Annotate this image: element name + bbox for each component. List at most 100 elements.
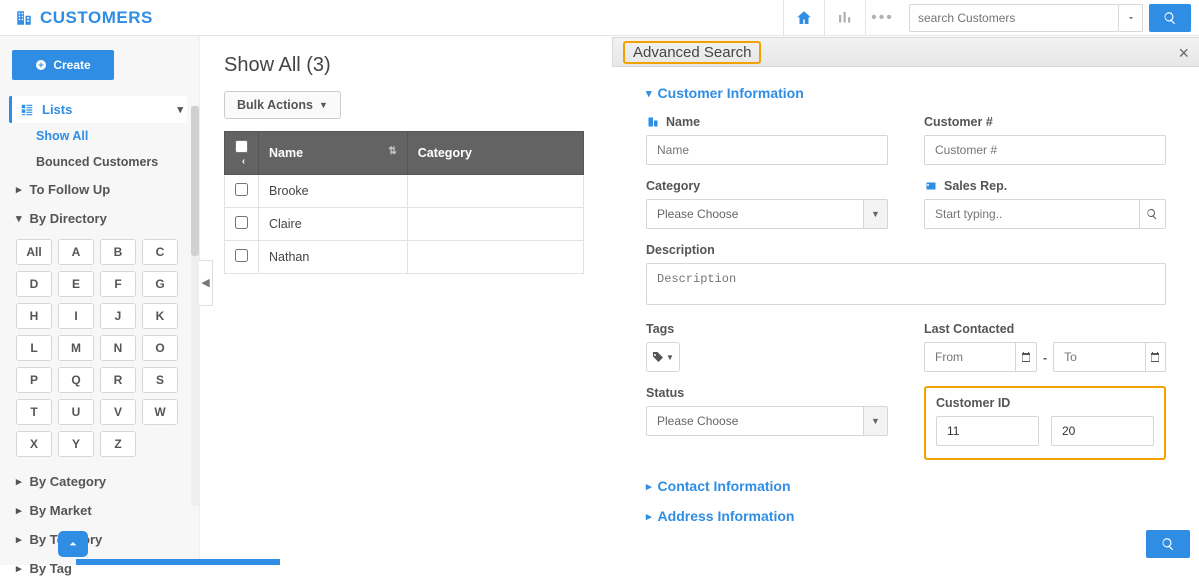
from-calendar-button[interactable] [1016, 342, 1036, 372]
chevron-right-icon: ▸ [16, 475, 22, 488]
to-calendar-button[interactable] [1146, 342, 1166, 372]
description-input[interactable] [646, 263, 1166, 305]
advanced-search-submit-button[interactable] [1146, 530, 1190, 558]
directory-letter[interactable]: Q [58, 367, 94, 393]
section-customer-info[interactable]: ▾ Customer Information [646, 85, 1166, 101]
row-checkbox[interactable] [235, 183, 248, 196]
top-search-input[interactable] [909, 4, 1119, 32]
directory-letter[interactable]: All [16, 239, 52, 265]
directory-letter[interactable]: J [100, 303, 136, 329]
bulk-actions-button[interactable]: Bulk Actions ▼ [224, 91, 341, 119]
sidebar-show-all[interactable]: Show All [12, 123, 187, 149]
search-icon [1161, 537, 1175, 551]
sidebar-lists[interactable]: Lists ▾ [9, 96, 187, 123]
directory-letter[interactable]: K [142, 303, 178, 329]
column-check[interactable]: ‹ [225, 132, 259, 175]
chevron-right-icon: ▸ [16, 504, 22, 517]
directory-letter[interactable]: X [16, 431, 52, 457]
nav-reports-button[interactable] [824, 0, 866, 36]
directory-letter[interactable]: V [100, 399, 136, 425]
directory-letter[interactable]: L [16, 335, 52, 361]
top-search-button[interactable] [1149, 4, 1191, 32]
sidebar: Create Lists ▾ Show All Bounced Customer… [0, 36, 200, 565]
directory-letter[interactable]: G [142, 271, 178, 297]
row-category [407, 208, 583, 241]
category-select-toggle[interactable]: ▼ [864, 199, 888, 229]
home-icon [795, 9, 813, 27]
scroll-to-top-button[interactable] [58, 531, 88, 557]
nav-more-button[interactable]: ••• [865, 0, 899, 36]
directory-letter[interactable]: C [142, 239, 178, 265]
name-input[interactable] [646, 135, 888, 165]
table-row[interactable]: Brooke [225, 175, 584, 208]
advanced-search-title: Advanced Search [623, 41, 761, 64]
column-category[interactable]: Category [407, 132, 583, 175]
create-button[interactable]: Create [12, 50, 114, 80]
directory-letter[interactable]: T [16, 399, 52, 425]
sales-rep-input[interactable] [924, 199, 1140, 229]
plus-circle-icon [35, 59, 47, 71]
sidebar-by-territory[interactable]: ▸ By Territory [12, 525, 187, 554]
status-select[interactable]: Please Choose ▼ [646, 406, 888, 436]
sidebar-lists-label: Lists [42, 102, 72, 117]
search-icon [1163, 11, 1177, 25]
table-row[interactable]: Claire [225, 208, 584, 241]
sales-rep-lookup-button[interactable] [1140, 199, 1167, 229]
directory-letter[interactable]: M [58, 335, 94, 361]
create-button-label: Create [53, 58, 90, 72]
sales-rep-label: Sales Rep. [944, 179, 1007, 193]
sidebar-bounced[interactable]: Bounced Customers [12, 149, 187, 175]
sidebar-by-category-label: By Category [30, 474, 107, 489]
row-checkbox[interactable] [235, 216, 248, 229]
last-contacted-to-input[interactable] [1053, 342, 1145, 372]
caret-down-icon: ▼ [871, 209, 880, 219]
sidebar-by-market-label: By Market [30, 503, 92, 518]
directory-letter[interactable]: H [16, 303, 52, 329]
customer-id-to-input[interactable] [1051, 416, 1154, 446]
chevron-left-icon: ‹ [242, 156, 245, 167]
sidebar-by-category[interactable]: ▸ By Category [12, 467, 187, 496]
sidebar-by-directory[interactable]: ▾ By Directory [12, 204, 187, 233]
section-contact-info[interactable]: ▸ Contact Information [646, 478, 1166, 494]
tags-button[interactable]: ▼ [646, 342, 680, 372]
scroll-thumb[interactable] [191, 106, 199, 256]
directory-letter[interactable]: I [58, 303, 94, 329]
directory-letter[interactable]: Y [58, 431, 94, 457]
customer-num-label: Customer # [924, 115, 993, 129]
directory-letter[interactable]: P [16, 367, 52, 393]
customer-id-from-input[interactable] [936, 416, 1039, 446]
directory-letter[interactable]: A [58, 239, 94, 265]
scrollbar[interactable] [191, 106, 199, 506]
customer-num-input[interactable] [924, 135, 1166, 165]
close-button[interactable]: × [1178, 43, 1189, 64]
directory-letter[interactable]: R [100, 367, 136, 393]
directory-letter[interactable]: F [100, 271, 136, 297]
directory-letter[interactable]: N [100, 335, 136, 361]
directory-letter[interactable]: O [142, 335, 178, 361]
sidebar-collapse-handle[interactable]: ◀ [199, 260, 213, 306]
directory-letter[interactable]: D [16, 271, 52, 297]
column-name[interactable]: Name ⇅ [259, 132, 408, 175]
directory-letter[interactable]: U [58, 399, 94, 425]
tag-icon [652, 351, 664, 363]
last-contacted-from-input[interactable] [924, 342, 1016, 372]
status-label: Status [646, 386, 684, 400]
section-address-info[interactable]: ▸ Address Information [646, 508, 1166, 524]
top-search-dropdown-button[interactable] [1119, 4, 1143, 32]
directory-letter[interactable]: S [142, 367, 178, 393]
table-row[interactable]: Nathan [225, 241, 584, 274]
chevron-down-icon: ▾ [177, 103, 183, 116]
status-select-toggle[interactable]: ▼ [864, 406, 888, 436]
directory-letter[interactable]: B [100, 239, 136, 265]
nav-home-button[interactable] [783, 0, 825, 36]
row-checkbox[interactable] [235, 249, 248, 262]
chevron-left-icon: ◀ [201, 276, 209, 289]
directory-letter[interactable]: Z [100, 431, 136, 457]
chevron-down-icon: ▾ [16, 212, 22, 225]
sidebar-follow-up[interactable]: ▸ To Follow Up [12, 175, 187, 204]
sidebar-by-market[interactable]: ▸ By Market [12, 496, 187, 525]
directory-letter[interactable]: W [142, 399, 178, 425]
select-all-checkbox[interactable] [235, 140, 248, 153]
category-select[interactable]: Please Choose ▼ [646, 199, 888, 229]
directory-letter[interactable]: E [58, 271, 94, 297]
